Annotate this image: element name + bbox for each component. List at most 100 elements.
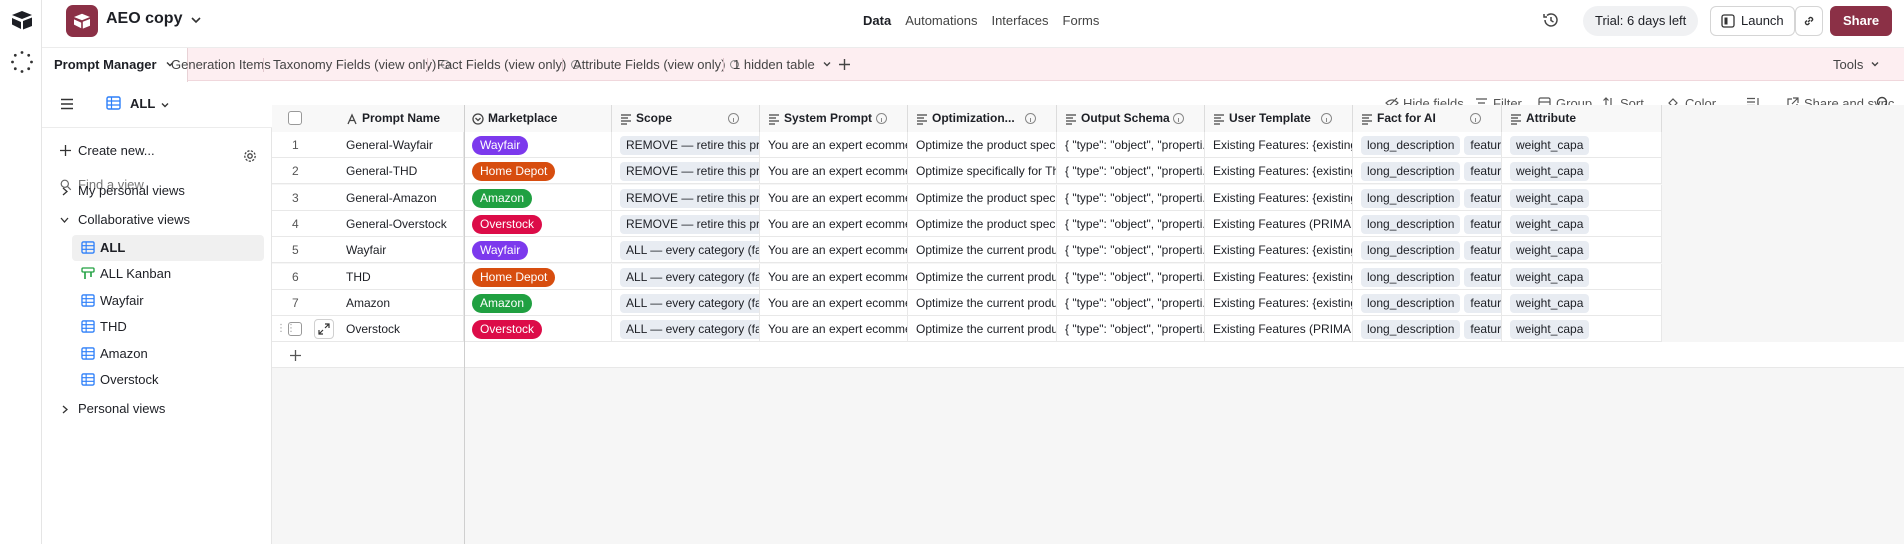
table-row-frozen[interactable]: 2 General-THD bbox=[272, 158, 464, 185]
marketplace-cell[interactable]: Amazon bbox=[464, 184, 612, 211]
info-icon[interactable] bbox=[1025, 113, 1036, 124]
marketplace-cell[interactable]: Home Depot bbox=[464, 263, 612, 290]
info-icon[interactable] bbox=[1173, 113, 1184, 124]
fact-for-ai-cell[interactable]: long_descriptionfeatures bbox=[1353, 210, 1502, 237]
output-schema-cell[interactable]: { "type": "object", "properti... bbox=[1057, 316, 1205, 343]
info-icon[interactable] bbox=[728, 113, 739, 124]
tab-hidden-tables[interactable]: 1 hidden table bbox=[733, 48, 832, 81]
column-header[interactable]: Output Schema bbox=[1057, 105, 1205, 132]
output-schema-cell[interactable]: { "type": "object", "properti... bbox=[1057, 184, 1205, 211]
chevron-down-icon[interactable] bbox=[190, 14, 202, 26]
sidebar-view-amazon[interactable]: Amazon bbox=[72, 341, 264, 367]
copy-link-button[interactable] bbox=[1795, 6, 1823, 36]
table-row-frozen[interactable]: 4 General-Overstock bbox=[272, 210, 464, 237]
section-personal-views[interactable]: Personal views bbox=[58, 396, 165, 422]
scope-cell[interactable]: ALL — every category (fallback bbox=[612, 237, 760, 264]
gear-icon[interactable] bbox=[243, 149, 257, 163]
view-switcher[interactable]: ALL bbox=[106, 96, 155, 111]
system-prompt-cell[interactable]: You are an expert ecommer... bbox=[760, 263, 908, 290]
system-prompt-cell[interactable]: You are an expert ecommer... bbox=[760, 158, 908, 185]
nav-data[interactable]: Data bbox=[856, 13, 898, 28]
user-template-cell[interactable]: Existing Features: {existing_... bbox=[1205, 289, 1353, 316]
nav-automations[interactable]: Automations bbox=[898, 13, 984, 28]
user-template-cell[interactable]: Existing Features: {existing_... bbox=[1205, 184, 1353, 211]
attribute-cell[interactable]: weight_capa bbox=[1502, 289, 1662, 316]
scope-cell[interactable]: ALL — every category (fallback bbox=[612, 289, 760, 316]
fact-for-ai-cell[interactable]: long_descriptionfeatures bbox=[1353, 132, 1502, 158]
column-header[interactable]: Optimization... bbox=[908, 105, 1057, 132]
optimization-cell[interactable]: Optimize the current produ... bbox=[908, 237, 1057, 264]
sidebar-view-overstock[interactable]: Overstock bbox=[72, 367, 264, 393]
create-view-button[interactable]: Create new... bbox=[58, 138, 155, 164]
launch-button[interactable]: Launch bbox=[1710, 6, 1795, 36]
attribute-cell[interactable]: weight_capa bbox=[1502, 210, 1662, 237]
scope-cell[interactable]: REMOVE — retire this prompt bbox=[612, 184, 760, 211]
base-name[interactable]: AEO copy bbox=[106, 10, 182, 28]
marketplace-cell[interactable]: Wayfair bbox=[464, 132, 612, 158]
table-row-frozen[interactable]: ⋮⋮ Overstock bbox=[272, 316, 464, 343]
tab-attribute-fields[interactable]: Attribute Fields (view only) bbox=[573, 48, 740, 81]
scope-cell[interactable]: ALL — every category (fallback bbox=[612, 316, 760, 343]
scope-cell[interactable]: REMOVE — retire this prompt bbox=[612, 158, 760, 185]
optimization-cell[interactable]: Optimize the current produ... bbox=[908, 316, 1057, 343]
output-schema-cell[interactable]: { "type": "object", "properti... bbox=[1057, 263, 1205, 290]
airtable-logo-icon[interactable] bbox=[11, 10, 33, 30]
fact-for-ai-cell[interactable]: long_descriptionfeatures bbox=[1353, 289, 1502, 316]
tab-taxonomy-fields[interactable]: Taxonomy Fields (view only) bbox=[273, 48, 451, 81]
marketplace-cell[interactable]: Amazon bbox=[464, 289, 612, 316]
column-header[interactable]: Attribute bbox=[1502, 105, 1662, 132]
marketplace-cell[interactable]: Overstock bbox=[464, 210, 612, 237]
optimization-cell[interactable]: Optimize the product speci... bbox=[908, 184, 1057, 211]
hamburger-menu-icon[interactable] bbox=[60, 98, 74, 110]
user-template-cell[interactable]: Existing Features: {existing_... bbox=[1205, 158, 1353, 185]
info-icon[interactable] bbox=[1321, 113, 1332, 124]
optimization-cell[interactable]: Optimize the current produ... bbox=[908, 263, 1057, 290]
column-header[interactable]: User Template bbox=[1205, 105, 1353, 132]
tab-generation-items[interactable]: Generation Items bbox=[171, 48, 271, 81]
column-header[interactable]: Prompt Name bbox=[338, 105, 464, 132]
attribute-cell[interactable]: weight_capa bbox=[1502, 132, 1662, 158]
output-schema-cell[interactable]: { "type": "object", "properti... bbox=[1057, 210, 1205, 237]
output-schema-cell[interactable]: { "type": "object", "properti... bbox=[1057, 158, 1205, 185]
table-row-frozen[interactable]: 1 General-Wayfair bbox=[272, 132, 464, 158]
column-header[interactable]: System Prompt bbox=[760, 105, 908, 132]
user-template-cell[interactable]: Existing Features: {existing_... bbox=[1205, 263, 1353, 290]
fact-for-ai-cell[interactable]: long_descriptionfeatures bbox=[1353, 316, 1502, 343]
fact-for-ai-cell[interactable]: long_descriptionfeatures bbox=[1353, 184, 1502, 211]
column-header[interactable]: Marketplace bbox=[464, 105, 612, 132]
system-prompt-cell[interactable]: You are an expert ecommer... bbox=[760, 184, 908, 211]
add-table-icon[interactable] bbox=[838, 58, 851, 71]
trial-badge[interactable]: Trial: 6 days left bbox=[1583, 6, 1699, 36]
sidebar-view-wayfair[interactable]: Wayfair bbox=[72, 288, 264, 314]
drag-handle-icon[interactable]: ⋮⋮ bbox=[276, 316, 296, 341]
system-prompt-cell[interactable]: You are an expert ecommer... bbox=[760, 289, 908, 316]
optimization-cell[interactable]: Optimize the product speci... bbox=[908, 210, 1057, 237]
system-prompt-cell[interactable]: You are an expert ecommer... bbox=[760, 210, 908, 237]
marketplace-cell[interactable]: Overstock bbox=[464, 316, 612, 343]
system-prompt-cell[interactable]: You are an expert ecommer... bbox=[760, 237, 908, 264]
nav-interfaces[interactable]: Interfaces bbox=[984, 13, 1055, 28]
base-icon[interactable] bbox=[66, 5, 98, 37]
output-schema-cell[interactable]: { "type": "object", "properti... bbox=[1057, 289, 1205, 316]
section-my-personal-views[interactable]: My personal views bbox=[58, 178, 185, 204]
table-row-frozen[interactable]: 5 Wayfair bbox=[272, 237, 464, 264]
sidebar-view-thd[interactable]: THD bbox=[72, 314, 264, 340]
output-schema-cell[interactable]: { "type": "object", "properti... bbox=[1057, 237, 1205, 264]
user-template-cell[interactable]: Existing Features: {existing_... bbox=[1205, 132, 1353, 158]
user-template-cell[interactable]: Existing Features: {existing_... bbox=[1205, 237, 1353, 264]
table-row-frozen[interactable]: 7 Amazon bbox=[272, 289, 464, 316]
attribute-cell[interactable]: weight_capa bbox=[1502, 158, 1662, 185]
column-header[interactable]: Fact for AI bbox=[1353, 105, 1502, 132]
optimization-cell[interactable]: Optimize the current produ... bbox=[908, 289, 1057, 316]
scope-cell[interactable]: REMOVE — retire this prompt bbox=[612, 210, 760, 237]
attribute-cell[interactable]: weight_capa bbox=[1502, 316, 1662, 343]
attribute-cell[interactable]: weight_capa bbox=[1502, 184, 1662, 211]
output-schema-cell[interactable]: { "type": "object", "properti... bbox=[1057, 132, 1205, 158]
system-prompt-cell[interactable]: You are an expert ecommer... bbox=[760, 316, 908, 343]
sidebar-view-all[interactable]: ALL bbox=[72, 235, 264, 261]
fact-for-ai-cell[interactable]: long_descriptionfeatures bbox=[1353, 158, 1502, 185]
table-row-frozen[interactable]: 6 THD bbox=[272, 263, 464, 290]
fact-for-ai-cell[interactable]: long_descriptionfeatures bbox=[1353, 263, 1502, 290]
tab-fact-fields[interactable]: Fact Fields (view only) bbox=[437, 48, 581, 81]
attribute-cell[interactable]: weight_capa bbox=[1502, 237, 1662, 264]
